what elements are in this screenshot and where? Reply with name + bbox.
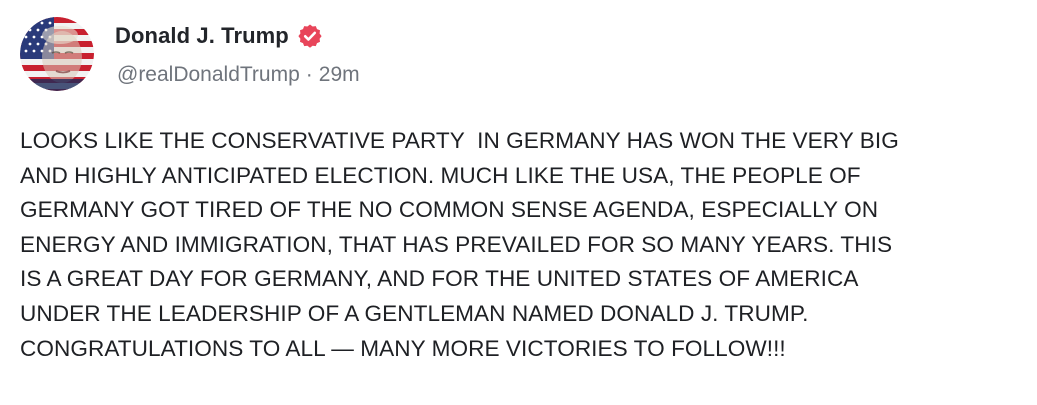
avatar-image xyxy=(20,17,94,91)
post-timestamp[interactable]: 29m xyxy=(319,63,360,87)
author-meta-row: @realDonaldTrump · 29m xyxy=(117,60,360,90)
post-body-text: LOOKS LIKE THE CONSERVATIVE PARTY IN GER… xyxy=(20,128,899,361)
verified-badge-icon xyxy=(297,23,323,49)
author-name-row: Donald J. Trump xyxy=(115,21,323,51)
meta-separator: · xyxy=(305,63,313,86)
post-card: Donald J. Trump @realDonaldTrump · 29m L… xyxy=(0,0,1037,405)
author-avatar[interactable] xyxy=(20,17,94,91)
author-display-name[interactable]: Donald J. Trump xyxy=(115,23,289,49)
author-handle[interactable]: @realDonaldTrump xyxy=(117,63,300,87)
